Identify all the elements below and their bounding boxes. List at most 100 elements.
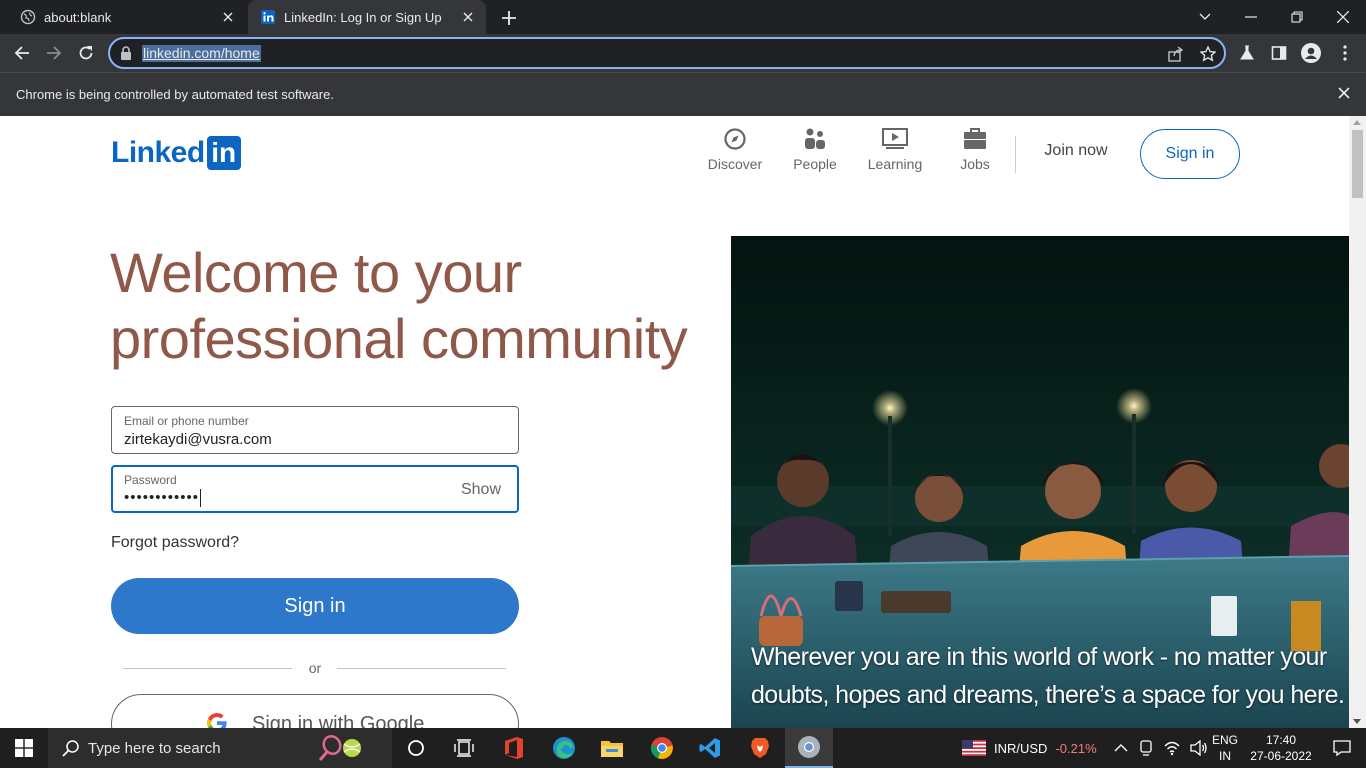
side-panel-icon[interactable] xyxy=(1268,42,1290,64)
windows-taskbar: Type here to search INR/USD -0.21% ENG I… xyxy=(0,728,1366,768)
close-icon[interactable] xyxy=(1338,87,1350,99)
hero-image: Wherever you are in this world of work -… xyxy=(731,236,1349,728)
taskbar-file-explorer[interactable] xyxy=(588,728,636,768)
address-bar[interactable]: linkedin.com/home xyxy=(108,37,1226,69)
tab-search-button[interactable] xyxy=(1182,0,1228,34)
menu-kebab-icon[interactable] xyxy=(1334,42,1356,64)
nav-learning[interactable]: Learning xyxy=(855,126,935,172)
windows-logo-icon xyxy=(15,739,33,757)
nav-discover[interactable]: Discover xyxy=(695,126,775,172)
tab-about-blank[interactable]: about:blank xyxy=(8,0,246,34)
sign-in-with-google-button[interactable]: Sign in with Google xyxy=(111,694,519,728)
folder-icon xyxy=(601,741,623,757)
office-icon xyxy=(505,737,523,759)
chrome-gray-icon xyxy=(798,736,820,758)
profile-avatar-icon[interactable] xyxy=(1300,42,1322,64)
volume-icon[interactable] xyxy=(1190,740,1208,756)
password-field[interactable]: Password •••••••••••• Show xyxy=(111,465,519,513)
close-window-button[interactable] xyxy=(1320,0,1366,34)
forgot-password-link[interactable]: Forgot password? xyxy=(111,534,239,552)
join-now-link[interactable]: Join now xyxy=(1030,142,1122,160)
taskbar-chrome-automation[interactable] xyxy=(785,728,833,768)
search-highlight-tennis-icon[interactable] xyxy=(318,734,368,762)
close-tab-icon[interactable] xyxy=(218,7,238,27)
page-scrollbar[interactable] xyxy=(1349,116,1366,728)
taskbar-edge[interactable] xyxy=(540,728,588,768)
minimize-button[interactable] xyxy=(1228,0,1274,34)
password-value: •••••••••••• xyxy=(124,489,200,506)
nav-label: Learning xyxy=(867,156,923,172)
taskbar-brave[interactable] xyxy=(736,728,784,768)
scroll-down-arrow-icon[interactable] xyxy=(1353,719,1361,724)
reload-button[interactable] xyxy=(72,39,100,67)
notification-icon xyxy=(1333,740,1351,756)
hero-title-line-1: Welcome to your xyxy=(110,241,522,304)
minimize-icon xyxy=(1245,16,1257,18)
chevron-up-icon[interactable] xyxy=(1114,743,1128,753)
briefcase-icon xyxy=(935,126,1015,152)
start-button[interactable] xyxy=(0,728,48,768)
region-code: IN xyxy=(1219,749,1231,763)
back-button[interactable] xyxy=(8,39,36,67)
currency-pair: INR/USD xyxy=(994,740,1048,756)
arrow-right-icon xyxy=(47,46,62,60)
text-caret xyxy=(200,489,202,508)
new-tab-button[interactable] xyxy=(498,7,520,29)
header-sign-in-button[interactable]: Sign in xyxy=(1140,129,1240,179)
us-flag-icon xyxy=(962,740,986,756)
meet-now-icon[interactable] xyxy=(1138,740,1154,756)
task-view-button[interactable] xyxy=(440,728,488,768)
hero-title: Welcome to your professional community xyxy=(110,240,688,372)
plus-icon xyxy=(502,11,516,25)
play-board-icon xyxy=(855,126,935,152)
taskbar-vscode[interactable] xyxy=(686,728,734,768)
notifications-button[interactable] xyxy=(1318,728,1366,768)
tab-linkedin[interactable]: LinkedIn: Log In or Sign Up xyxy=(248,0,486,34)
email-input[interactable]: zirtekaydi@vusra.com xyxy=(124,431,272,448)
sign-in-button[interactable]: Sign in xyxy=(111,578,519,634)
input-language-indicator[interactable]: ENG IN xyxy=(1210,732,1240,764)
forward-button[interactable] xyxy=(40,39,68,67)
nav-jobs[interactable]: Jobs xyxy=(935,126,1015,172)
lock-icon[interactable] xyxy=(120,46,132,60)
show-password-button[interactable]: Show xyxy=(461,481,501,499)
or-separator: or xyxy=(308,660,322,676)
compass-icon xyxy=(695,126,775,152)
password-input[interactable]: •••••••••••• xyxy=(124,489,202,508)
cortana-button[interactable] xyxy=(392,728,440,768)
caption-line-2: doubts, hopes and dreams, there’s a spac… xyxy=(751,681,1345,709)
edge-icon xyxy=(553,737,575,759)
restore-button[interactable] xyxy=(1274,0,1320,34)
taskbar-office[interactable] xyxy=(490,728,538,768)
labs-flask-icon[interactable] xyxy=(1236,42,1258,64)
taskbar-clock[interactable]: 17:40 27-06-2022 xyxy=(1246,732,1316,764)
close-tab-icon[interactable] xyxy=(458,7,478,27)
email-field[interactable]: Email or phone number zirtekaydi@vusra.c… xyxy=(111,406,519,454)
tab-title: about:blank xyxy=(44,9,112,25)
browser-toolbar: linkedin.com/home xyxy=(0,34,1366,72)
taskbar-chrome[interactable] xyxy=(638,728,686,768)
google-icon xyxy=(206,712,228,728)
clock-time: 17:40 xyxy=(1265,733,1297,747)
linkedin-favicon-icon xyxy=(260,9,276,25)
currency-change: -0.21% xyxy=(1055,740,1097,756)
vscode-icon xyxy=(699,738,720,758)
bookmark-star-icon[interactable] xyxy=(1198,44,1218,64)
globe-icon xyxy=(20,9,36,25)
arrow-left-icon xyxy=(14,46,29,60)
nav-label: Jobs xyxy=(960,156,990,172)
taskbar-search-box[interactable]: Type here to search xyxy=(48,728,392,768)
wifi-icon[interactable] xyxy=(1164,740,1180,756)
automation-infobar: Chrome is being controlled by automated … xyxy=(0,72,1366,116)
logo-in-badge: in xyxy=(206,136,241,170)
scroll-up-arrow-icon[interactable] xyxy=(1353,120,1361,125)
currency-widget[interactable]: INR/USD -0.21% xyxy=(962,728,1097,768)
close-icon xyxy=(1337,11,1349,23)
nav-people[interactable]: People xyxy=(775,126,855,172)
people-icon xyxy=(775,126,855,152)
url-text[interactable]: linkedin.com/home xyxy=(142,45,261,62)
share-icon[interactable] xyxy=(1166,44,1186,64)
scrollbar-thumb[interactable] xyxy=(1352,130,1363,198)
chevron-down-icon xyxy=(1199,13,1211,20)
linkedin-logo[interactable]: Linked in xyxy=(111,136,241,170)
